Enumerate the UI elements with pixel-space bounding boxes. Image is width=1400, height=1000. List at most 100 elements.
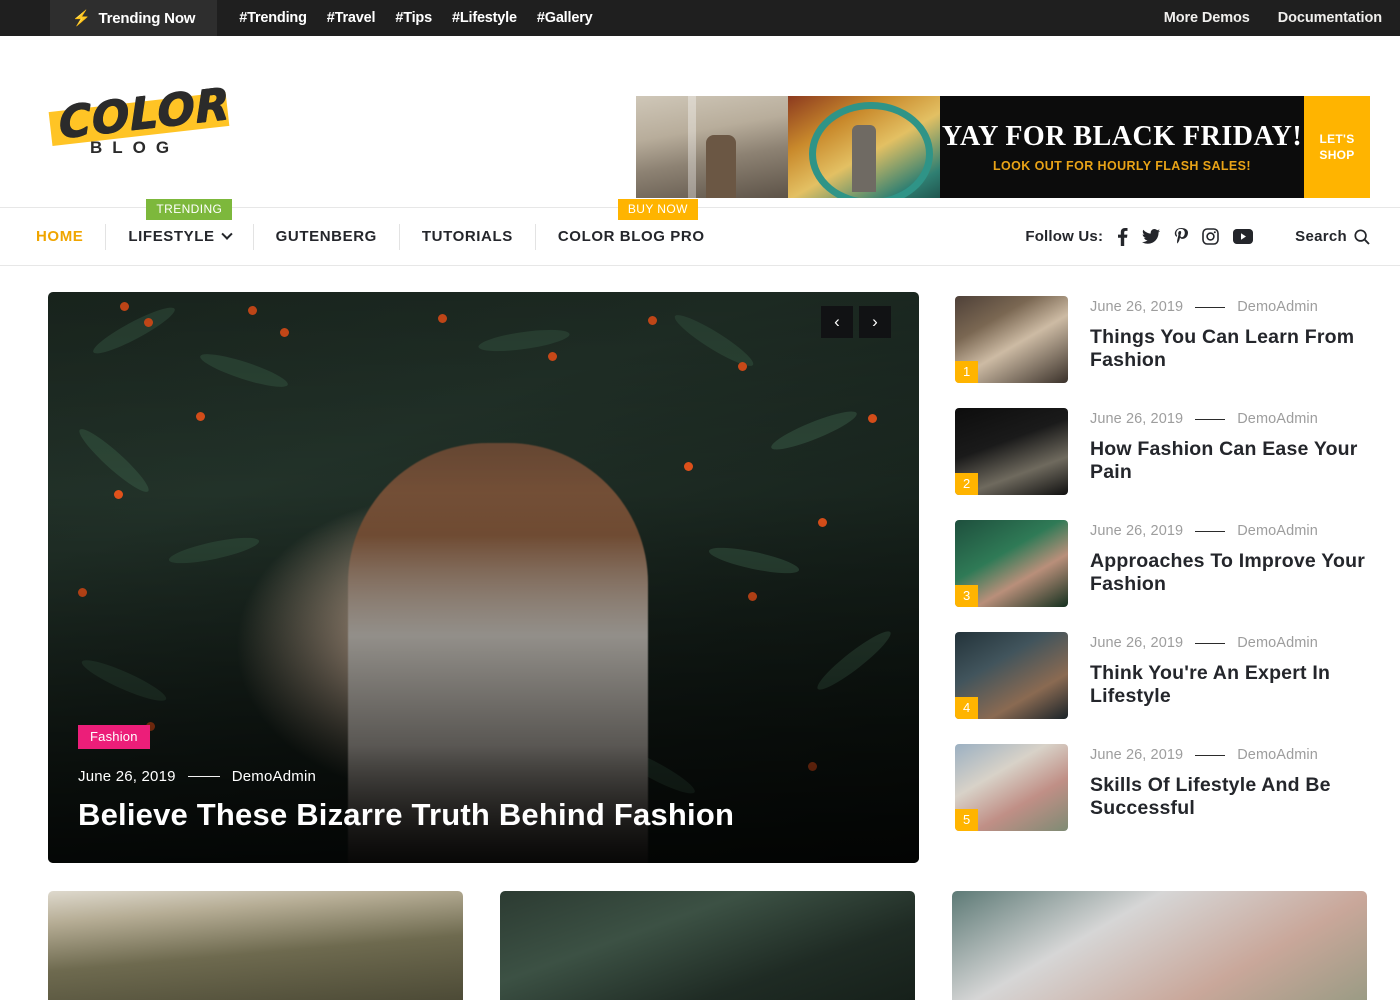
banner-title: YAY FOR BLACK FRIDAY! — [941, 121, 1303, 152]
hashtag-travel[interactable]: #Travel — [327, 10, 376, 26]
nav-item-lifestyle[interactable]: TRENDING LIFESTYLE — [106, 198, 254, 250]
meta-separator-line — [1195, 530, 1226, 532]
promo-banner[interactable]: YAY FOR BLACK FRIDAY! LOOK OUT FOR HOURL… — [636, 96, 1370, 198]
rank-badge: 5 — [955, 809, 979, 831]
rank-badge: 3 — [955, 585, 979, 607]
rank-badge: 4 — [955, 697, 979, 719]
site-header: COLOR BLOG YAY FOR BLACK FRIDAY! LOOK OU… — [0, 36, 1400, 207]
post-author[interactable]: DemoAdmin — [1237, 635, 1318, 651]
follow-us-block: Follow Us: — [1025, 227, 1254, 246]
lightning-bolt-icon: ⚡ — [72, 9, 91, 27]
nav-item-color-blog-pro-label: COLOR BLOG PRO — [557, 228, 705, 245]
nav-item-lifestyle-label: LIFESTYLE — [128, 228, 215, 245]
rank-badge: 1 — [955, 361, 979, 383]
nav-item-tutorials-label: TUTORIALS — [421, 228, 513, 245]
logo-mark: COLOR — [48, 78, 231, 148]
documentation-link[interactable]: Documentation — [1278, 10, 1382, 26]
hero-title[interactable]: Believe These Bizarre Truth Behind Fashi… — [78, 797, 734, 833]
meta-separator-line — [187, 776, 220, 777]
post-thumbnail[interactable]: 2 — [955, 408, 1068, 495]
post-thumbnail[interactable]: 5 — [955, 744, 1068, 831]
nav-item-home[interactable]: HOME — [36, 223, 107, 250]
nav-badge-buy-now: BUY NOW — [617, 198, 698, 220]
nav-item-tutorials[interactable]: TUTORIALS — [400, 223, 536, 250]
rank-badge: 2 — [955, 473, 979, 495]
post-thumbnail[interactable]: 1 — [955, 296, 1068, 383]
top-bar: ⚡ Trending Now #Trending #Travel #Tips #… — [0, 0, 1400, 36]
youtube-icon[interactable] — [1233, 229, 1254, 244]
main-navigation-bar: HOME TRENDING LIFESTYLE GUTENBERG TUTORI… — [0, 198, 1400, 266]
list-item[interactable]: 1 June 26, 2019 DemoAdmin Things You Can… — [955, 296, 1370, 383]
banner-subtitle: LOOK OUT FOR HOURLY FLASH SALES! — [993, 159, 1251, 173]
post-card-image-2[interactable] — [500, 891, 915, 1000]
nav-right-area: Follow Us: Search — [1025, 227, 1370, 246]
banner-photo-left — [636, 96, 788, 198]
hashtag-tips[interactable]: #Tips — [395, 10, 432, 26]
site-logo[interactable]: COLOR BLOG — [48, 72, 238, 172]
slider-next-button[interactable]: › — [859, 306, 891, 338]
search-label: Search — [1295, 228, 1347, 245]
list-item[interactable]: 5 June 26, 2019 DemoAdmin Skills Of Life… — [955, 744, 1370, 831]
post-author[interactable]: DemoAdmin — [1237, 299, 1318, 315]
banner-text-block: YAY FOR BLACK FRIDAY! LOOK OUT FOR HOURL… — [940, 96, 1304, 198]
post-date: June 26, 2019 — [1090, 747, 1184, 763]
nav-badge-trending: TRENDING — [146, 198, 233, 220]
nav-item-gutenberg[interactable]: GUTENBERG — [254, 223, 400, 250]
post-title[interactable]: Skills Of Lifestyle And Be Successful — [1090, 774, 1370, 821]
post-author[interactable]: DemoAdmin — [1237, 411, 1318, 427]
post-date: June 26, 2019 — [1090, 523, 1184, 539]
instagram-icon[interactable] — [1202, 228, 1219, 245]
hero-category-badge[interactable]: Fashion — [78, 725, 150, 749]
post-card-image-1[interactable] — [48, 891, 463, 1000]
banner-cta-button[interactable]: LET'S SHOP — [1304, 96, 1370, 198]
hero-slider-controls: ‹ › — [821, 306, 891, 338]
hero-author[interactable]: DemoAdmin — [232, 768, 316, 785]
meta-separator-line — [1195, 418, 1226, 420]
chevron-down-icon — [220, 228, 233, 240]
post-author[interactable]: DemoAdmin — [1237, 747, 1318, 763]
list-item[interactable]: 2 June 26, 2019 DemoAdmin How Fashion Ca… — [955, 408, 1370, 495]
post-title[interactable]: Things You Can Learn From Fashion — [1090, 326, 1370, 373]
meta-separator-line — [1195, 754, 1226, 756]
post-title[interactable]: Approaches To Improve Your Fashion — [1090, 550, 1370, 597]
twitter-icon[interactable] — [1142, 229, 1161, 244]
post-thumbnail[interactable]: 4 — [955, 632, 1068, 719]
banner-cta-label: LET'S SHOP — [1319, 131, 1355, 162]
post-date: June 26, 2019 — [1090, 635, 1184, 651]
hashtag-gallery[interactable]: #Gallery — [537, 10, 593, 26]
top-bar-right-links: More Demos Documentation — [1164, 0, 1382, 36]
search-icon — [1354, 228, 1370, 245]
nav-items: HOME TRENDING LIFESTYLE GUTENBERG TUTORI… — [36, 198, 727, 250]
post-author[interactable]: DemoAdmin — [1237, 523, 1318, 539]
hero-caption: Fashion June 26, 2019 DemoAdmin Believe … — [78, 725, 734, 833]
post-meta: June 26, 2019 DemoAdmin — [1090, 635, 1370, 651]
trending-now-label: Trending Now — [98, 9, 196, 27]
hashtag-trending[interactable]: #Trending — [239, 10, 307, 26]
more-demos-link[interactable]: More Demos — [1164, 10, 1250, 26]
post-title[interactable]: How Fashion Can Ease Your Pain — [1090, 438, 1370, 485]
nav-item-gutenberg-label: GUTENBERG — [275, 228, 377, 245]
post-card-image-3[interactable] — [952, 891, 1367, 1000]
meta-separator-line — [1195, 642, 1226, 644]
follow-us-label: Follow Us: — [1025, 228, 1104, 245]
slider-prev-button[interactable]: ‹ — [821, 306, 853, 338]
post-meta: June 26, 2019 DemoAdmin — [1090, 523, 1370, 539]
meta-separator-line — [1195, 306, 1226, 308]
facebook-icon[interactable] — [1117, 227, 1128, 246]
post-title[interactable]: Think You're An Expert In Lifestyle — [1090, 662, 1370, 709]
hero-slider[interactable]: ‹ › Fashion June 26, 2019 DemoAdmin Beli… — [48, 292, 919, 863]
post-date: June 26, 2019 — [1090, 299, 1184, 315]
trending-now-block[interactable]: ⚡ Trending Now — [50, 0, 218, 36]
list-item[interactable]: 3 June 26, 2019 DemoAdmin Approaches To … — [955, 520, 1370, 607]
list-item[interactable]: 4 June 26, 2019 DemoAdmin Think You're A… — [955, 632, 1370, 719]
hero-meta: June 26, 2019 DemoAdmin — [78, 768, 734, 785]
nav-item-color-blog-pro[interactable]: BUY NOW COLOR BLOG PRO — [536, 198, 727, 250]
hashtag-lifestyle[interactable]: #Lifestyle — [452, 10, 517, 26]
main-content: ‹ › Fashion June 26, 2019 DemoAdmin Beli… — [0, 266, 1400, 863]
pinterest-icon[interactable] — [1174, 227, 1189, 246]
hero-date: June 26, 2019 — [78, 768, 176, 785]
post-thumbnail[interactable]: 3 — [955, 520, 1068, 607]
post-meta: June 26, 2019 DemoAdmin — [1090, 747, 1370, 763]
search-button[interactable]: Search — [1295, 228, 1370, 245]
hashtag-list: #Trending #Travel #Tips #Lifestyle #Gall… — [239, 0, 592, 36]
